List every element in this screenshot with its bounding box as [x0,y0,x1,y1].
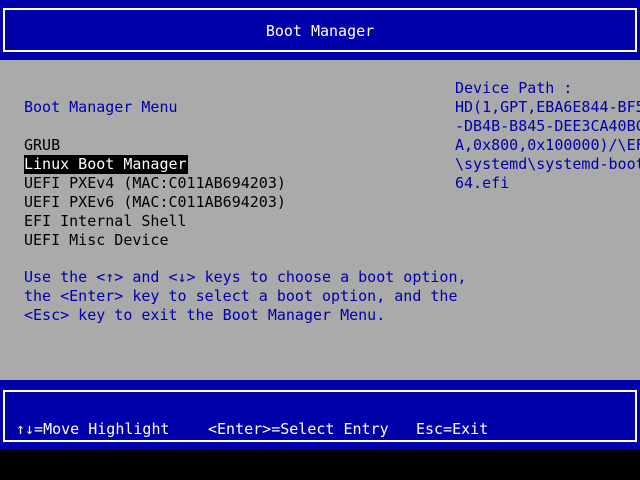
device-path-line: 64.efi [455,174,510,192]
device-path-line: -DB4B-B845-DEE3CA40BCA [455,117,640,135]
boot-option-linux-boot-manager[interactable]: Linux Boot Manager [24,155,188,174]
help-line: the <Enter> key to select a boot option,… [24,287,458,305]
help-line: Use the <↑> and <↓> keys to choose a boo… [24,268,467,286]
help-line: <Esc> key to exit the Boot Manager Menu. [24,306,386,324]
header-bar: Boot Manager [0,0,640,60]
boot-option-uefi-misc-device[interactable]: UEFI Misc Device [24,231,170,250]
footer-move-hint: ↑↓=Move Highlight [16,420,170,438]
menu-title: Boot Manager Menu [24,98,178,116]
bottom-strip [0,450,640,480]
boot-option-efi-internal-shell[interactable]: EFI Internal Shell [24,212,188,231]
device-path-label: Device Path : [455,79,573,97]
footer-select-hint: <Enter>=Select Entry [208,420,389,438]
main-panel: Boot Manager Menu GRUB Linux Boot Manage… [0,60,640,380]
boot-option-uefi-pxev4[interactable]: UEFI PXEv4 (MAC:C011AB694203) [24,174,287,193]
boot-option-grub[interactable]: GRUB [24,136,61,155]
device-path-panel: Device Path : HD(1,GPT,EBA6E844-BF5E -DB… [455,79,640,193]
footer-exit-hint: Esc=Exit [416,420,489,438]
device-path-line: HD(1,GPT,EBA6E844-BF5E [455,98,640,116]
help-text: Use the <↑> and <↓> keys to choose a boo… [24,268,467,325]
boot-option-uefi-pxev6[interactable]: UEFI PXEv6 (MAC:C011AB694203) [24,193,287,212]
footer-bar: ↑↓=Move Highlight <Enter>=Select Entry E… [0,380,640,450]
page-title: Boot Manager [265,22,375,40]
device-path-line: \systemd\systemd-bootx [455,155,640,173]
boot-option-list: GRUB Linux Boot Manager UEFI PXEv4 (MAC:… [24,136,287,250]
device-path-line: A,0x800,0x100000)/\EFI [455,136,640,154]
header-frame: Boot Manager [3,8,637,52]
